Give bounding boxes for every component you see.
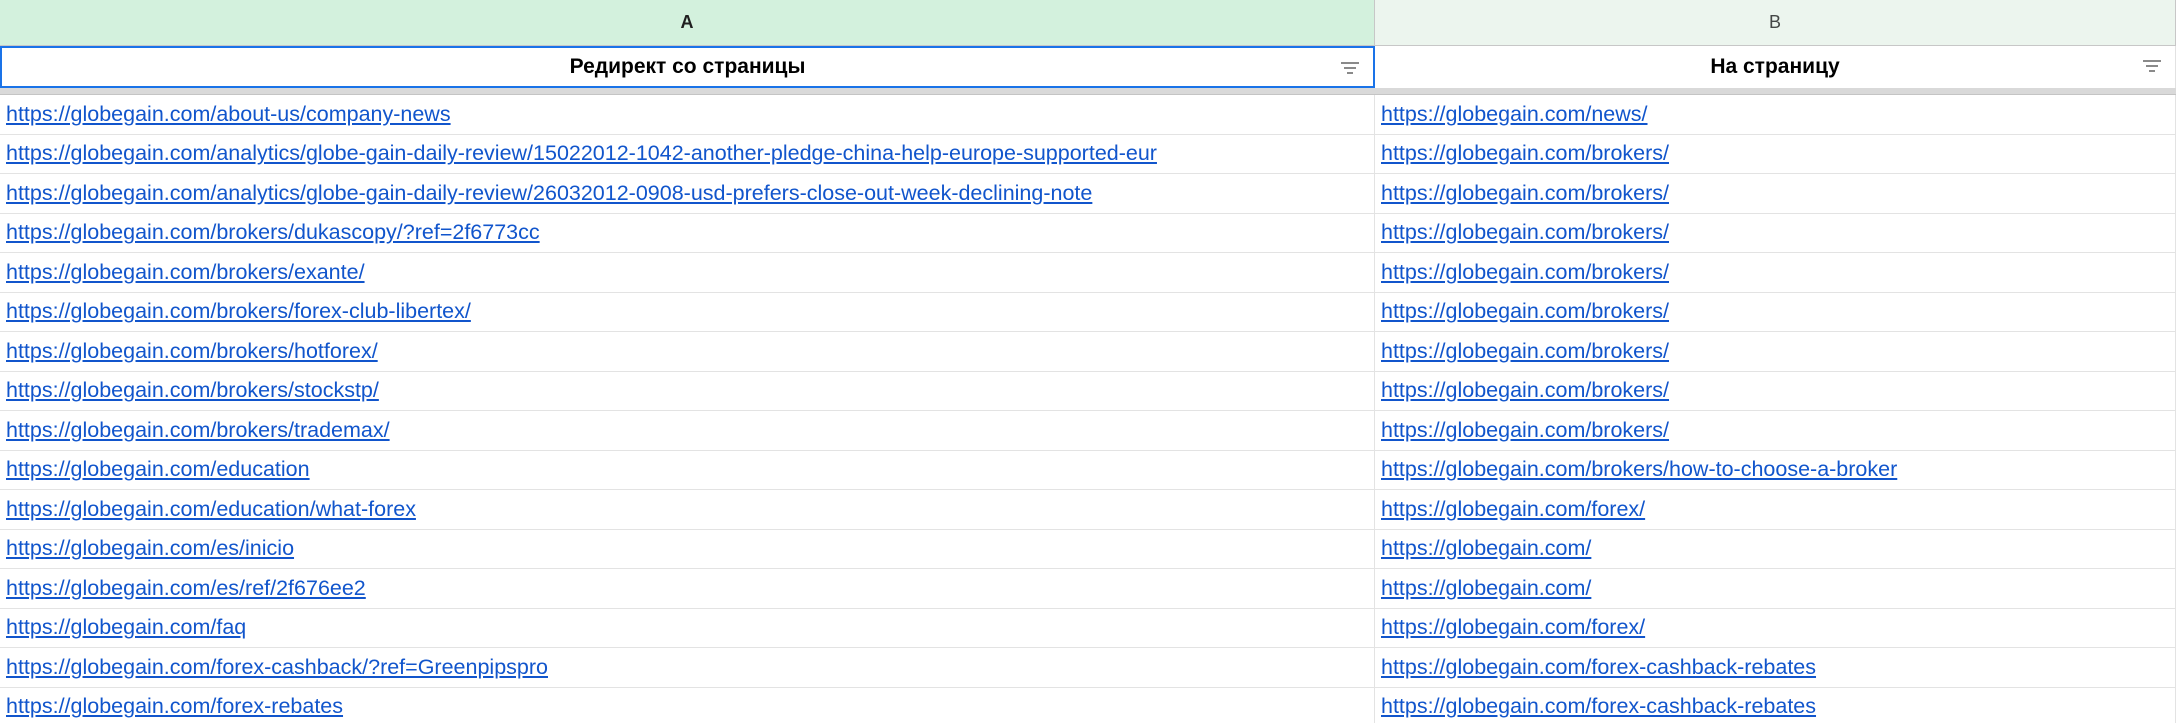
column-a-header[interactable]: A xyxy=(0,0,1375,45)
redirect-to-link[interactable]: https://globegain.com/brokers/ xyxy=(1381,141,1669,166)
header-row: Редирект со страницы На страницу xyxy=(0,46,2176,88)
redirect-to-link[interactable]: https://globegain.com/ xyxy=(1381,576,1591,601)
cell-redirect-to[interactable]: https://globegain.com/brokers/ xyxy=(1375,134,2176,173)
cell-redirect-to[interactable]: https://globegain.com/brokers/ xyxy=(1375,174,2176,213)
cell-redirect-from[interactable]: https://globegain.com/forex-cashback/?re… xyxy=(0,648,1375,687)
table-row: https://globegain.com/brokers/exante/ ht… xyxy=(0,253,2176,293)
data-rows: https://globegain.com/about-us/company-n… xyxy=(0,95,2176,723)
table-row: https://globegain.com/es/inicio https://… xyxy=(0,529,2176,569)
table-row: https://globegain.com/brokers/forex-club… xyxy=(0,292,2176,332)
redirect-from-link[interactable]: https://globegain.com/faq xyxy=(6,615,246,640)
cell-redirect-from[interactable]: https://globegain.com/brokers/exante/ xyxy=(0,253,1375,292)
spreadsheet: A B Редирект со страницы На страницу htt… xyxy=(0,0,2176,723)
cell-redirect-from[interactable]: https://globegain.com/education xyxy=(0,450,1375,489)
table-row: https://globegain.com/education https://… xyxy=(0,450,2176,490)
redirect-to-link[interactable]: https://globegain.com/forex/ xyxy=(1381,497,1645,522)
cell-redirect-to[interactable]: https://globegain.com/forex-cashback-reb… xyxy=(1375,648,2176,687)
redirect-to-link[interactable]: https://globegain.com/news/ xyxy=(1381,102,1648,127)
header-cell-b[interactable]: На страницу xyxy=(1375,46,2176,88)
redirect-to-link[interactable]: https://globegain.com/ xyxy=(1381,536,1591,561)
redirect-to-link[interactable]: https://globegain.com/brokers/ xyxy=(1381,299,1669,324)
table-row: https://globegain.com/brokers/trademax/ … xyxy=(0,411,2176,451)
redirect-to-link[interactable]: https://globegain.com/brokers/ xyxy=(1381,418,1669,443)
cell-redirect-from[interactable]: https://globegain.com/faq xyxy=(0,608,1375,647)
cell-redirect-from[interactable]: https://globegain.com/es/ref/2f676ee2 xyxy=(0,569,1375,608)
table-row: https://globegain.com/faq https://globeg… xyxy=(0,608,2176,648)
redirect-to-link[interactable]: https://globegain.com/forex-cashback-reb… xyxy=(1381,655,1816,680)
cell-redirect-to[interactable]: https://globegain.com/forex/ xyxy=(1375,490,2176,529)
cell-redirect-from[interactable]: https://globegain.com/forex-rebates xyxy=(0,687,1375,723)
cell-redirect-from[interactable]: https://globegain.com/analytics/globe-ga… xyxy=(0,174,1375,213)
redirect-from-link[interactable]: https://globegain.com/brokers/exante/ xyxy=(6,260,365,285)
cell-redirect-to[interactable]: https://globegain.com/brokers/ xyxy=(1375,371,2176,410)
table-row: https://globegain.com/education/what-for… xyxy=(0,490,2176,530)
redirect-to-link[interactable]: https://globegain.com/brokers/ xyxy=(1381,260,1669,285)
cell-redirect-to[interactable]: https://globegain.com/brokers/ xyxy=(1375,213,2176,252)
cell-redirect-from[interactable]: https://globegain.com/analytics/globe-ga… xyxy=(0,134,1375,173)
frozen-row-divider[interactable] xyxy=(0,88,2176,95)
header-label-a: Редирект со страницы xyxy=(569,55,806,78)
table-row: https://globegain.com/brokers/hotforex/ … xyxy=(0,332,2176,372)
table-row: https://globegain.com/forex-cashback/?re… xyxy=(0,648,2176,688)
redirect-from-link[interactable]: https://globegain.com/es/inicio xyxy=(6,536,294,561)
redirect-from-link[interactable]: https://globegain.com/education/what-for… xyxy=(6,497,416,522)
cell-redirect-to[interactable]: https://globegain.com/brokers/ xyxy=(1375,332,2176,371)
cell-redirect-to[interactable]: https://globegain.com/news/ xyxy=(1375,95,2176,134)
filter-icon[interactable] xyxy=(1339,59,1361,77)
redirect-from-link[interactable]: https://globegain.com/forex-rebates xyxy=(6,694,343,719)
redirect-from-link[interactable]: https://globegain.com/brokers/trademax/ xyxy=(6,418,390,443)
cell-redirect-to[interactable]: https://globegain.com/brokers/ xyxy=(1375,411,2176,450)
redirect-from-link[interactable]: https://globegain.com/education xyxy=(6,457,310,482)
table-row: https://globegain.com/forex-rebates http… xyxy=(0,687,2176,723)
column-header-bar: A B xyxy=(0,0,2176,46)
filter-icon[interactable] xyxy=(2141,57,2163,75)
redirect-from-link[interactable]: https://globegain.com/brokers/forex-club… xyxy=(6,299,471,324)
redirect-to-link[interactable]: https://globegain.com/brokers/how-to-cho… xyxy=(1381,457,1897,482)
redirect-to-link[interactable]: https://globegain.com/brokers/ xyxy=(1381,378,1669,403)
table-row: https://globegain.com/brokers/dukascopy/… xyxy=(0,213,2176,253)
cell-redirect-to[interactable]: https://globegain.com/brokers/ xyxy=(1375,292,2176,331)
table-row: https://globegain.com/analytics/globe-ga… xyxy=(0,174,2176,214)
cell-redirect-from[interactable]: https://globegain.com/about-us/company-n… xyxy=(0,95,1375,134)
redirect-to-link[interactable]: https://globegain.com/brokers/ xyxy=(1381,339,1669,364)
column-b-header[interactable]: B xyxy=(1375,0,2176,45)
cell-redirect-to[interactable]: https://globegain.com/brokers/how-to-cho… xyxy=(1375,450,2176,489)
cell-redirect-from[interactable]: https://globegain.com/brokers/stockstp/ xyxy=(0,371,1375,410)
redirect-to-link[interactable]: https://globegain.com/brokers/ xyxy=(1381,181,1669,206)
cell-redirect-from[interactable]: https://globegain.com/es/inicio xyxy=(0,529,1375,568)
redirect-from-link[interactable]: https://globegain.com/analytics/globe-ga… xyxy=(6,181,1092,206)
cell-redirect-from[interactable]: https://globegain.com/brokers/hotforex/ xyxy=(0,332,1375,371)
cell-redirect-from[interactable]: https://globegain.com/brokers/trademax/ xyxy=(0,411,1375,450)
cell-redirect-to[interactable]: https://globegain.com/ xyxy=(1375,569,2176,608)
table-row: https://globegain.com/analytics/globe-ga… xyxy=(0,134,2176,174)
redirect-from-link[interactable]: https://globegain.com/brokers/stockstp/ xyxy=(6,378,379,403)
redirect-from-link[interactable]: https://globegain.com/brokers/hotforex/ xyxy=(6,339,378,364)
header-cell-a[interactable]: Редирект со страницы xyxy=(0,46,1375,88)
redirect-to-link[interactable]: https://globegain.com/forex/ xyxy=(1381,615,1645,640)
table-row: https://globegain.com/about-us/company-n… xyxy=(0,95,2176,135)
cell-redirect-to[interactable]: https://globegain.com/brokers/ xyxy=(1375,253,2176,292)
cell-redirect-from[interactable]: https://globegain.com/brokers/forex-club… xyxy=(0,292,1375,331)
cell-redirect-from[interactable]: https://globegain.com/brokers/dukascopy/… xyxy=(0,213,1375,252)
redirect-from-link[interactable]: https://globegain.com/about-us/company-n… xyxy=(6,102,451,127)
redirect-to-link[interactable]: https://globegain.com/brokers/ xyxy=(1381,220,1669,245)
header-label-b: На страницу xyxy=(1710,55,1840,78)
cell-redirect-to[interactable]: https://globegain.com/forex-cashback-reb… xyxy=(1375,687,2176,723)
table-row: https://globegain.com/brokers/stockstp/ … xyxy=(0,371,2176,411)
redirect-from-link[interactable]: https://globegain.com/forex-cashback/?re… xyxy=(6,655,548,680)
table-row: https://globegain.com/es/ref/2f676ee2 ht… xyxy=(0,569,2176,609)
redirect-from-link[interactable]: https://globegain.com/es/ref/2f676ee2 xyxy=(6,576,366,601)
cell-redirect-to[interactable]: https://globegain.com/ xyxy=(1375,529,2176,568)
cell-redirect-from[interactable]: https://globegain.com/education/what-for… xyxy=(0,490,1375,529)
cell-redirect-to[interactable]: https://globegain.com/forex/ xyxy=(1375,608,2176,647)
redirect-from-link[interactable]: https://globegain.com/analytics/globe-ga… xyxy=(6,141,1157,166)
redirect-from-link[interactable]: https://globegain.com/brokers/dukascopy/… xyxy=(6,220,540,245)
redirect-to-link[interactable]: https://globegain.com/forex-cashback-reb… xyxy=(1381,694,1816,719)
